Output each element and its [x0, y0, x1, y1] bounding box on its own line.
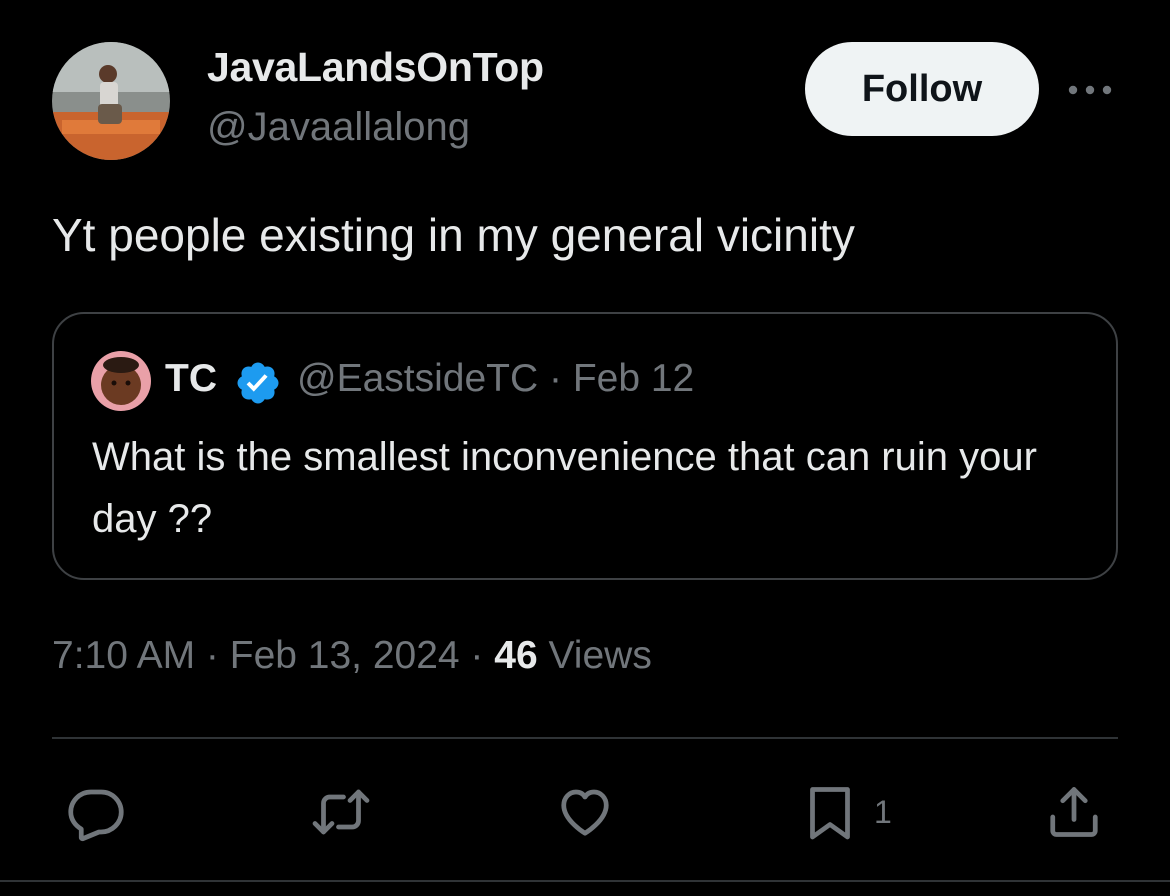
divider — [52, 737, 1118, 739]
like-button[interactable] — [555, 782, 615, 842]
quoted-tweet-text: What is the smallest inconvenience that … — [92, 435, 1037, 541]
heart-icon — [561, 789, 609, 836]
tweet-meta-line: 7:10 AM · Feb 13, 2024 · 46 Views — [52, 634, 652, 678]
quoted-author-name[interactable]: TC — [165, 357, 217, 401]
share-icon — [1050, 787, 1098, 837]
author-avatar[interactable] — [52, 42, 170, 160]
views-label: Views — [537, 634, 652, 677]
tweet-text: Yt people existing in my general vicinit… — [52, 209, 855, 261]
tweet-timestamp[interactable]: 7:10 AM · Feb 13, 2024 · — [52, 634, 494, 677]
author-handle[interactable]: @Javaallalong — [207, 105, 470, 150]
share-button[interactable] — [1044, 782, 1104, 842]
bookmark-icon — [810, 787, 850, 840]
more-horizontal-icon — [1068, 85, 1112, 95]
reply-button[interactable] — [66, 782, 126, 842]
retweet-icon — [312, 789, 370, 835]
author-avatar-image — [52, 42, 170, 160]
verified-badge-icon — [237, 362, 279, 404]
bookmark-count: 1 — [874, 793, 892, 830]
reply-icon — [68, 789, 124, 842]
views-count: 46 — [494, 634, 538, 677]
more-options-button[interactable] — [1062, 72, 1118, 108]
quoted-author-avatar[interactable] — [91, 351, 151, 411]
bottom-divider — [0, 880, 1170, 882]
author-display-name[interactable]: JavaLandsOnTop — [207, 44, 544, 91]
quoted-tweet-card[interactable]: TC @EastsideTC · Feb 12 What is the smal… — [52, 312, 1118, 580]
retweet-button[interactable] — [310, 782, 372, 842]
quoted-author-avatar-image — [91, 351, 151, 411]
quoted-tweet-meta[interactable]: @EastsideTC · Feb 12 — [297, 357, 694, 401]
follow-button[interactable]: Follow — [805, 42, 1039, 136]
bookmark-button[interactable]: 1 — [800, 782, 892, 842]
